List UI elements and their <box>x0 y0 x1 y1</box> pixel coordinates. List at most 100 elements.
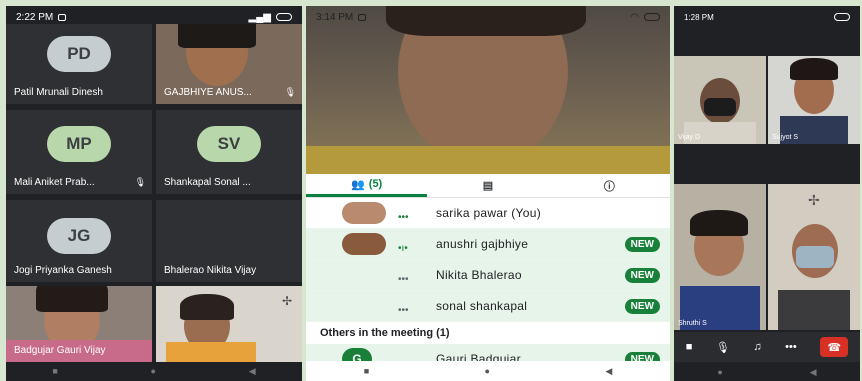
info-icon: ⓘ <box>603 180 615 193</box>
participant-hair <box>180 294 234 320</box>
battery-icon <box>644 13 660 21</box>
call-controls: ■ 🎙 ♫ ••• ☎ <box>674 332 860 362</box>
hang-up-icon: ☎ <box>827 341 842 354</box>
participant-video-tile[interactable]: Sujyot S <box>768 56 860 144</box>
avatar: PD <box>47 36 111 72</box>
new-badge: NEW <box>624 236 660 252</box>
avatar <box>342 202 386 224</box>
new-badge: NEW <box>624 298 660 314</box>
list-item[interactable]: ••• sarika pawar (You) <box>306 198 670 229</box>
speaker-icon[interactable]: ♫ <box>753 341 761 353</box>
android-nav-bar: ● ◀ <box>674 363 860 381</box>
participant-name: GAJBHIYE ANUS... <box>164 87 252 98</box>
status-bar: 1:28 PM <box>674 6 860 28</box>
participant-tile[interactable]: PD Patil Mrunali Dinesh <box>6 24 152 104</box>
participant-video-tile[interactable]: Vijay D <box>674 56 766 144</box>
people-icon: 👥 <box>351 178 365 191</box>
participant-tile[interactable]: Bhalerao Nikita Vijay <box>156 200 302 282</box>
meet-phone-participants: 3:14 PM ◠ 👥 (5) ▤ ⓘ ••• sarika pawar (Yo… <box>306 6 670 381</box>
face-mask <box>796 246 834 268</box>
participant-name: Patil Mrunali Dinesh <box>14 87 103 98</box>
participant-hair <box>36 286 108 312</box>
recents-button[interactable]: ■ <box>52 366 57 376</box>
participant-tile[interactable]: SV Shankapal Sonal ... <box>156 110 302 194</box>
list-item[interactable]: ••• Nikita Bhalerao NEW <box>306 260 670 291</box>
mic-muted-icon: 🎙 <box>284 87 296 97</box>
tab-chat[interactable]: ▤ <box>427 174 548 197</box>
participant-name: Vijay D <box>678 134 701 141</box>
status-time: 1:28 PM <box>684 12 714 22</box>
participant-name: Shankapal Sonal ... <box>164 177 251 188</box>
participant-hair <box>790 58 838 80</box>
participant-name: Jogi Priyanka Ganesh <box>14 265 112 276</box>
battery-icon <box>834 13 850 21</box>
signal-icon: ▂▄▆ <box>248 11 271 23</box>
tab-people[interactable]: 👥 (5) <box>306 174 428 197</box>
more-options-icon[interactable]: ••• <box>785 341 797 353</box>
chat-icon: ▤ <box>482 180 494 192</box>
mic-muted-icon: 🎙 <box>134 177 146 187</box>
participant-name: Mali Aniket Prab... <box>14 177 95 188</box>
participant-video-tile[interactable]: ✢ <box>156 286 302 362</box>
participant-name: anushri gajbhiye <box>436 237 529 251</box>
notification-icon <box>358 13 367 21</box>
recents-button[interactable]: ■ <box>364 366 369 376</box>
participant-name: sarika pawar (You) <box>436 206 542 220</box>
participant-name: Badgujar Gauri Vijay <box>14 345 106 356</box>
participant-video-tile[interactable]: ✢ <box>768 184 860 330</box>
tab-info[interactable]: ⓘ <box>549 174 670 197</box>
audio-level-icon: ••• <box>398 274 409 285</box>
list-item[interactable]: •ı• anushri gajbhiye NEW <box>306 229 670 260</box>
participant-clothing <box>778 290 850 330</box>
ceiling-fan-icon: ✢ <box>281 294 292 308</box>
participants-tabs: 👥 (5) ▤ ⓘ <box>306 174 670 198</box>
end-call-button[interactable]: ☎ <box>820 337 849 357</box>
participant-video-tile[interactable]: Badgujar Gauri Vijay <box>6 286 152 362</box>
ceiling-fan-icon: ✢ <box>808 192 820 208</box>
status-time: 3:14 PM <box>316 11 354 23</box>
android-nav-bar: ■ ● ◀ <box>6 361 302 381</box>
participant-name: sonal shankapal <box>436 299 528 313</box>
participant-name: Nikita Bhalerao <box>436 268 522 282</box>
audio-level-icon: •ı• <box>398 243 408 254</box>
avatar: SV <box>197 126 261 162</box>
participant-tile[interactable]: JG Jogi Priyanka Ganesh <box>6 200 152 282</box>
android-nav-bar: ■ ● ◀ <box>306 361 670 381</box>
participant-tile[interactable]: MP Mali Aniket Prab... 🎙 <box>6 110 152 194</box>
list-item[interactable]: ••• sonal shankapal NEW <box>306 291 670 322</box>
avatar: MP <box>47 126 111 162</box>
meet-phone-video-grid: 1:28 PM Vijay D Sujyot S Shruthi S ✢ ■ 🎙… <box>674 6 860 381</box>
status-time: 2:22 PM <box>16 11 54 23</box>
new-badge: NEW <box>624 267 660 283</box>
back-button[interactable]: ◀ <box>249 366 256 377</box>
participant-hair <box>690 210 748 236</box>
audio-level-icon: ••• <box>398 212 409 223</box>
participant-hair <box>178 24 256 48</box>
home-button[interactable]: ● <box>151 366 156 376</box>
participant-video-tile[interactable]: Shruthi S <box>674 184 766 330</box>
back-button[interactable]: ◀ <box>605 366 612 377</box>
face-mask <box>704 98 736 116</box>
self-video: 3:14 PM ◠ <box>306 6 670 174</box>
participant-name: Sujyot S <box>772 134 799 141</box>
participant-clothing <box>166 342 256 362</box>
audio-level-icon: ••• <box>398 305 409 316</box>
section-header: Others in the meeting (1) <box>306 322 670 344</box>
battery-icon <box>276 13 292 21</box>
participant-name: Bhalerao Nikita Vijay <box>164 265 257 276</box>
back-button[interactable]: ◀ <box>810 367 817 378</box>
participant-clothing <box>306 146 670 174</box>
camera-icon[interactable]: ■ <box>686 341 693 353</box>
notification-icon <box>58 13 67 21</box>
people-count: (5) <box>368 178 383 190</box>
participant-video-tile[interactable]: GAJBHIYE ANUS... 🎙 <box>156 24 302 104</box>
status-bar: 3:14 PM ◠ <box>306 6 670 28</box>
meet-phone-grid: 2:22 PM ▂▄▆ PD Patil Mrunali Dinesh GAJB… <box>6 6 302 381</box>
wifi-icon: ◠ <box>630 11 639 23</box>
avatar: JG <box>47 218 111 254</box>
microphone-icon[interactable]: 🎙 <box>716 341 730 354</box>
participant-list: ••• sarika pawar (You) •ı• anushri gajbh… <box>306 198 670 375</box>
avatar <box>342 233 386 255</box>
home-button[interactable]: ● <box>717 367 722 377</box>
home-button[interactable]: ● <box>485 366 490 376</box>
